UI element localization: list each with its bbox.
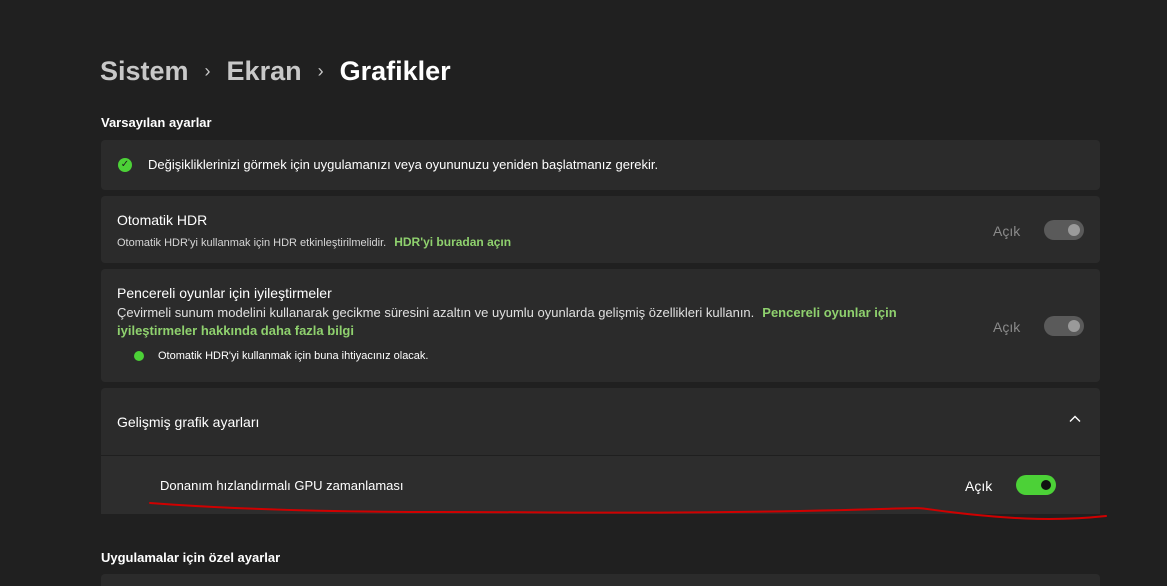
chevron-up-icon[interactable]	[1068, 412, 1082, 429]
toggle-knob	[1041, 480, 1051, 490]
auto-hdr-toggle[interactable]	[1044, 220, 1084, 240]
restart-info-text: Değişikliklerinizi görmek için uygulaman…	[148, 157, 659, 172]
info-row: ✓ Değişikliklerinizi görmek için uygulam…	[118, 157, 658, 172]
breadcrumb-item-sistem[interactable]: Sistem	[100, 56, 189, 87]
windowed-games-description: Çevirmeli sunum modelini kullanarak geci…	[117, 305, 755, 320]
advanced-graphics-title: Gelişmiş grafik ayarları	[117, 414, 260, 430]
windowed-games-card: Pencereli oyunlar için iyileştirmeler Çe…	[101, 269, 1100, 382]
gpu-scheduling-state-label: Açık	[965, 478, 993, 494]
windowed-games-toggle[interactable]	[1044, 316, 1084, 336]
windowed-games-description-block: Çevirmeli sunum modelini kullanarak geci…	[117, 304, 957, 340]
windowed-games-state-label: Açık	[993, 319, 1021, 335]
breadcrumb: Sistem › Ekran › Grafikler	[100, 56, 451, 87]
auto-hdr-description: Otomatik HDR'yi kullanmak için HDR etkin…	[117, 237, 387, 249]
breadcrumb-separator-icon: ›	[204, 61, 211, 81]
windowed-games-title: Pencereli oyunlar için iyileştirmeler	[117, 285, 332, 301]
app-settings-card	[101, 574, 1100, 586]
gpu-scheduling-row: Donanım hızlandırmalı GPU zamanlaması Aç…	[101, 456, 1100, 514]
info-check-icon: ✓	[118, 157, 132, 172]
toggle-knob	[1068, 224, 1080, 236]
advanced-graphics-card: Gelişmiş grafik ayarları Donanım hızland…	[101, 388, 1100, 514]
auto-hdr-description-line: Otomatik HDR'yi kullanmak için HDR etkin…	[117, 235, 511, 249]
windowed-games-note: Otomatik HDR'yi kullanmak için buna ihti…	[158, 350, 429, 362]
status-dot-icon	[134, 351, 144, 361]
restart-info-card: ✓ Değişikliklerinizi görmek için uygulam…	[101, 140, 1100, 190]
auto-hdr-title: Otomatik HDR	[117, 212, 208, 228]
enable-hdr-link[interactable]: HDR'yi buradan açın	[394, 235, 511, 249]
gpu-scheduling-label: Donanım hızlandırmalı GPU zamanlaması	[160, 478, 404, 493]
advanced-graphics-header[interactable]: Gelişmiş grafik ayarları	[101, 388, 1100, 455]
graphics-settings-page: Sistem › Ekran › Grafikler Varsayılan ay…	[0, 0, 1167, 586]
section-title-defaults: Varsayılan ayarlar	[101, 115, 212, 130]
page-title: Grafikler	[339, 56, 451, 86]
windowed-games-note-row: Otomatik HDR'yi kullanmak için buna ihti…	[134, 350, 428, 362]
auto-hdr-card: Otomatik HDR Otomatik HDR'yi kullanmak i…	[101, 196, 1100, 263]
toggle-knob	[1068, 320, 1080, 332]
section-title-app-specific: Uygulamalar için özel ayarlar	[101, 550, 281, 565]
auto-hdr-state-label: Açık	[993, 223, 1021, 239]
breadcrumb-item-ekran[interactable]: Ekran	[227, 56, 302, 87]
breadcrumb-separator-icon: ›	[317, 61, 324, 81]
gpu-scheduling-toggle[interactable]	[1016, 475, 1056, 495]
